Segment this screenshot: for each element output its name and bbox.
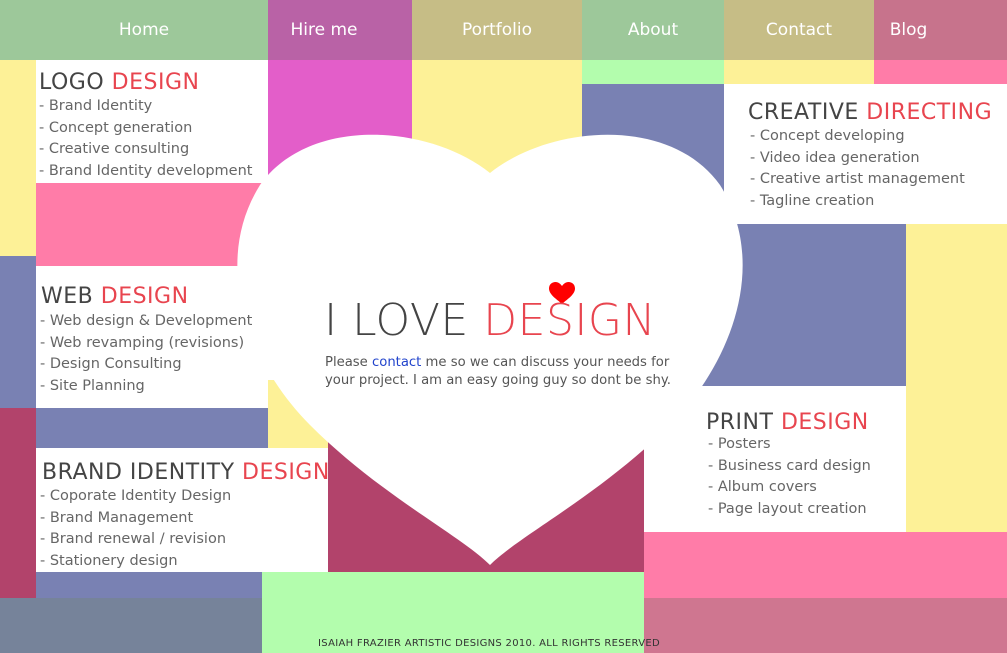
print-title-accent: DESIGN [780,410,869,435]
creative-directing-panel: CREATIVE DIRECTING - Concept developing … [724,84,1007,224]
web-title-accent: DESIGN [100,284,189,309]
bg-yellow-topright [724,60,874,84]
hero-title-accent: DESIGN [483,295,656,346]
print-design-title: PRINT DESIGN [706,410,869,435]
list-item: - Album covers [708,479,817,495]
footer-copyright: ISAIAH FRAZIER ARTISTIC DESIGNS 2010. AL… [318,638,661,649]
list-item: - Posters [708,436,771,452]
list-item: - Business card design [708,457,871,474]
hero-title: I LOVE DESIGN [300,295,680,346]
nav-about-label: About [627,20,679,40]
list-item: - Creative artist management [750,171,965,187]
print-title-main: PRINT [706,410,781,435]
page-canvas: Home Hire me Portfolio About Contact Blo… [0,0,1007,653]
logo-title-main: LOGO [39,70,112,95]
brand-identity-title: BRAND IDENTITY DESIGN [42,460,330,485]
hero: I LOVE DESIGN Please contact me so we ca… [300,295,680,390]
list-item: - Tagline creation [750,192,875,209]
logo-design-panel: LOGO DESIGN - Brand Identity - Concept g… [36,60,268,183]
nav-contact[interactable]: Contact [724,0,874,60]
list-item: - Coporate Identity Design [40,488,232,504]
bg-slate-bottomleft [36,572,262,598]
nav-portfolio-label: Portfolio [462,20,532,40]
logo-title-accent: DESIGN [111,70,200,95]
web-design-panel: WEB DESIGN - Web design & Development - … [36,266,268,408]
bg-rose-bottomright [644,598,1007,653]
bg-slate-left [0,256,36,408]
list-item: - Web design & Development [40,313,253,329]
bg-pink-topright [874,60,1007,84]
list-item: - Creative consulting [39,141,190,157]
list-item: - Concept developing [750,128,905,144]
list-item: - Stationery design [40,552,178,569]
nav-home[interactable]: Home [0,0,268,60]
nav-home-label: Home [118,20,170,40]
creative-directing-title: CREATIVE DIRECTING [748,100,992,125]
web-design-list: - Web design & Development - Web revampi… [40,311,252,397]
nav-portfolio[interactable]: Portfolio [412,0,582,60]
creative-title-accent: DIRECTING [866,100,993,125]
web-title-main: WEB [41,284,101,309]
list-item: - Brand Management [40,509,194,526]
logo-design-list: - Brand Identity - Concept generation - … [39,96,252,182]
hero-message: Please contact me so we can discuss your… [300,354,680,390]
list-item: - Site Planning [40,377,145,394]
list-item: - Brand Identity [39,98,153,114]
brand-title-accent: DESIGN [242,460,330,485]
nav-blog[interactable]: Blog [874,0,1007,60]
web-design-title: WEB DESIGN [41,284,189,309]
bg-yellow-right [906,224,1007,532]
brand-identity-list: - Coporate Identity Design - Brand Manag… [40,486,231,572]
creative-title-main: CREATIVE [748,100,867,125]
list-item: - Page layout creation [708,500,867,517]
creative-directing-list: - Concept developing - Video idea genera… [750,126,965,212]
hero-msg-start: Please [325,355,372,370]
nav-hire-me-label: Hire me [290,20,358,40]
bg-wine-left [0,408,36,598]
list-item: - Brand Identity development [39,162,253,179]
list-item: - Design Consulting [40,356,182,372]
hero-title-main: I LOVE [324,295,484,346]
nav-hire-me[interactable]: Hire me [268,0,412,60]
contact-link[interactable]: contact [372,355,421,370]
bg-footer-strip [0,598,262,653]
nav-blog-label: Blog [889,20,928,40]
list-item: - Video idea generation [750,149,920,166]
brand-identity-panel: BRAND IDENTITY DESIGN - Coporate Identit… [36,448,330,572]
list-item: - Brand renewal / revision [40,531,227,547]
print-design-list: - Posters - Business card design - Album… [708,434,871,520]
list-item: - Web revamping (revisions) [40,334,245,351]
print-design-panel: PRINT DESIGN - Posters - Business card d… [644,386,906,532]
bg-mint-top [582,60,724,84]
list-item: - Concept generation [39,119,193,136]
nav-about[interactable]: About [582,0,724,60]
logo-design-title: LOGO DESIGN [39,70,199,95]
nav-contact-label: Contact [765,20,833,40]
bg-yellow-left [0,60,36,256]
brand-title-main: BRAND IDENTITY [42,460,243,485]
